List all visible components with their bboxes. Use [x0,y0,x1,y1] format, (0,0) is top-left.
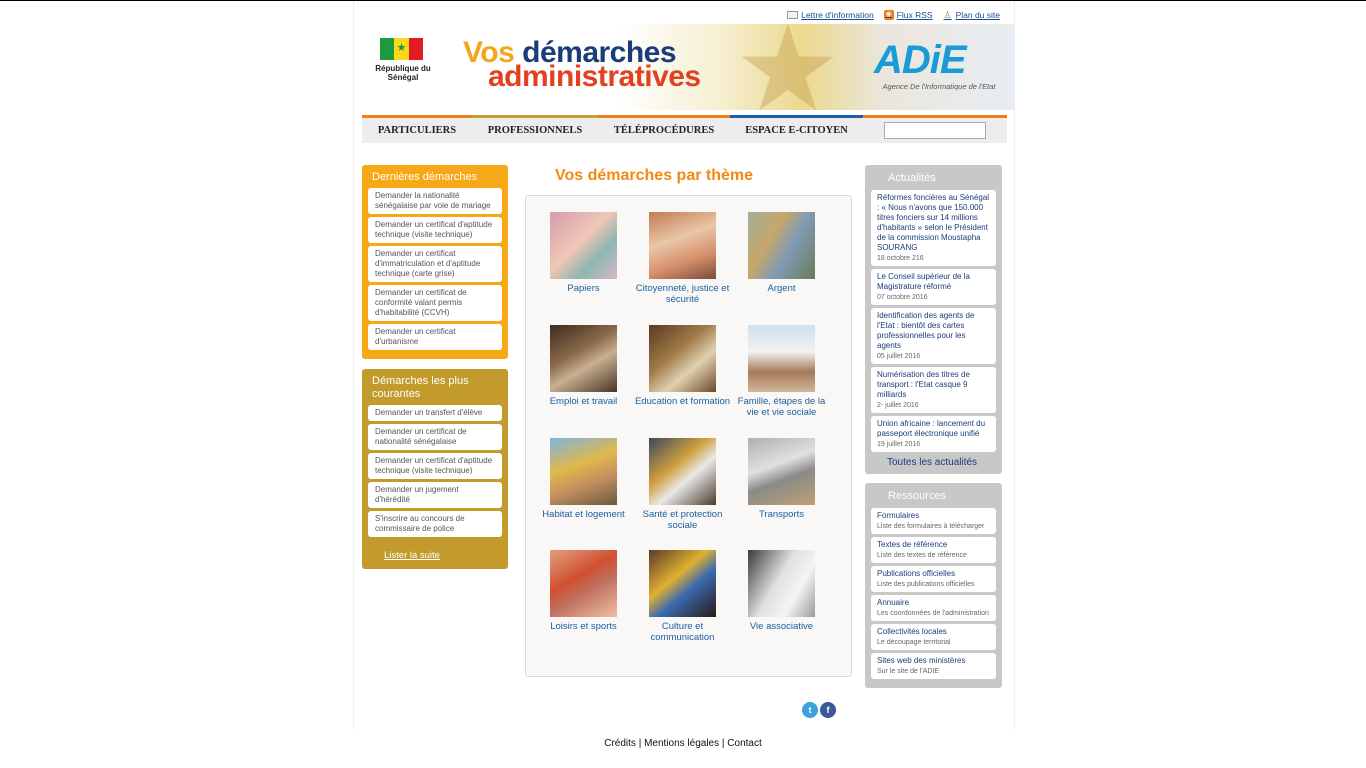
social-links: t f [802,702,836,718]
search-input[interactable] [884,122,986,139]
site-title-line2[interactable]: administratives [488,60,701,94]
senegal-flag-icon: ★ [380,38,423,60]
theme-culture[interactable]: Culture et communication [633,550,732,643]
main-nav: PARTICULIERS PROFESSIONNELS TÉLÉPROCÉDUR… [362,115,1007,143]
facebook-icon[interactable]: f [820,702,836,718]
common-procedure-item[interactable]: Demander un jugement d'hérédité [368,482,502,508]
star-decoration: ★ [734,24,842,110]
theme-papiers[interactable]: Papiers [534,212,633,295]
news-item[interactable]: Réformes foncières au Sénégal : « Nous n… [871,190,996,266]
common-procedure-item[interactable]: S'inscrire au concours de commissaire de… [368,511,502,537]
citoyennete-image [649,212,716,279]
rss-icon: ◉ [883,10,894,20]
habitat-image [550,438,617,505]
sitemap-link[interactable]: ♙ Plan du site [943,10,1000,20]
news-item[interactable]: Numérisation des titres de transport : l… [871,367,996,413]
vie-associative-image [748,550,815,617]
nav-teleprocedures[interactable]: TÉLÉPROCÉDURES [598,115,730,143]
papiers-image [550,212,617,279]
nav-espace-e-citoyen[interactable]: ESPACE E-CITOYEN [730,115,863,143]
nav-professionnels[interactable]: PROFESSIONNELS [472,115,598,143]
search-area [863,115,1007,143]
resource-item[interactable]: Textes de référence Liste des textes de r… [871,537,996,563]
resources-box: Ressources Formulaires Liste des formulai… [865,483,1002,688]
news-item[interactable]: Le Conseil supérieur de la Magistrature … [871,269,996,305]
recent-procedure-item[interactable]: Demander un certificat d'aptitude techni… [368,217,502,243]
themes-title: Vos démarches par thème [555,167,754,184]
mail-icon [787,11,799,19]
common-procedure-item[interactable]: Demander un certificat de nationalité sé… [368,424,502,450]
credits-link[interactable]: Crédits [604,738,636,749]
recent-procedure-item[interactable]: Demander un certificat d'immatriculation… [368,246,502,282]
theme-vie-associative[interactable]: Vie associative [732,550,831,633]
resource-item[interactable]: Formulaires Liste des formulaires à téléc… [871,508,996,534]
adie-tagline: Agence De l'Informatique de l'Etat [882,82,996,91]
theme-famille[interactable]: Famille, étapes de la vie et vie sociale [732,325,831,418]
legal-link[interactable]: Mentions légales [644,738,719,749]
resources-title: Ressources [888,490,947,502]
theme-transports[interactable]: Transports [732,438,831,521]
right-sidebar: Actualités Réformes foncières au Sénégal… [865,165,1002,697]
common-procedure-item[interactable]: Demander un transfert d'élève [368,405,502,421]
twitter-icon[interactable]: t [802,702,818,718]
sitemap-icon: ♙ [943,10,952,20]
themes-grid: Papiers Citoyenneté, justice et sécurité… [525,195,852,677]
list-more-link[interactable]: Lister la suite [368,540,502,563]
theme-emploi[interactable]: Emploi et travail [534,325,633,408]
education-image [649,325,716,392]
newsletter-link[interactable]: Lettre d'information [787,10,874,20]
header-banner: ★ République du Sénégal ★ Vos démarches … [354,24,1015,110]
footer: Crédits | Mentions légales | Contact [604,738,762,749]
theme-education[interactable]: Education et formation [633,325,732,408]
news-item[interactable]: Union africaine : lancement du passeport… [871,416,996,452]
news-item[interactable]: Identification des agents de l'Etat : bi… [871,308,996,364]
resource-item[interactable]: Collectivités locales Le découpage territ… [871,624,996,650]
famille-image [748,325,815,392]
resource-item[interactable]: Publications officielles Liste des public… [871,566,996,592]
common-procedures-box: Démarches les plus courantes Demander un… [362,369,508,569]
news-box: Actualités Réformes foncières au Sénégal… [865,165,1002,474]
common-procedures-title: Démarches les plus courantes [372,375,469,400]
top-links: Lettre d'information ◉ Flux RSS ♙ Plan du … [787,10,1000,20]
theme-habitat[interactable]: Habitat et logement [534,438,633,521]
loisirs-image [550,550,617,617]
theme-sante[interactable]: Santé et protection sociale [633,438,732,531]
theme-loisirs[interactable]: Loisirs et sports [534,550,633,633]
culture-image [649,550,716,617]
contact-link[interactable]: Contact [727,738,761,749]
recent-procedure-item[interactable]: Demander un certificat de conformité val… [368,285,502,321]
sante-image [649,438,716,505]
page-container: Lettre d'information ◉ Flux RSS ♙ Plan du … [353,1,1015,729]
argent-image [748,212,815,279]
theme-argent[interactable]: Argent [732,212,831,295]
transports-image [748,438,815,505]
recent-procedure-item[interactable]: Demander un certificat d'urbanisme [368,324,502,350]
country-label: République du Sénégal [375,64,431,82]
recent-procedures-title: Dernières démarches [372,171,478,183]
resource-item[interactable]: Sites web des ministères Sur le site de l… [871,653,996,679]
themes-section: Vos démarches par thème Papiers Citoyenn… [525,165,852,677]
recent-procedure-item[interactable]: Demander la nationalité sénégalaise par … [368,188,502,214]
left-sidebar: Dernières démarches Demander la national… [362,165,508,579]
news-title: Actualités [888,172,936,184]
emploi-image [550,325,617,392]
resource-item[interactable]: Annuaire Les coordonnées de l'administrat… [871,595,996,621]
recent-procedures-box: Dernières démarches Demander la national… [362,165,508,359]
nav-particuliers[interactable]: PARTICULIERS [362,115,472,143]
rss-link[interactable]: ◉ Flux RSS [883,10,933,20]
all-news-link[interactable]: Toutes les actualités [871,455,996,468]
adie-logo[interactable]: ADiE [874,38,967,83]
theme-citoyennete[interactable]: Citoyenneté, justice et sécurité [633,212,732,305]
common-procedure-item[interactable]: Demander un certificat d'aptitude techni… [368,453,502,479]
